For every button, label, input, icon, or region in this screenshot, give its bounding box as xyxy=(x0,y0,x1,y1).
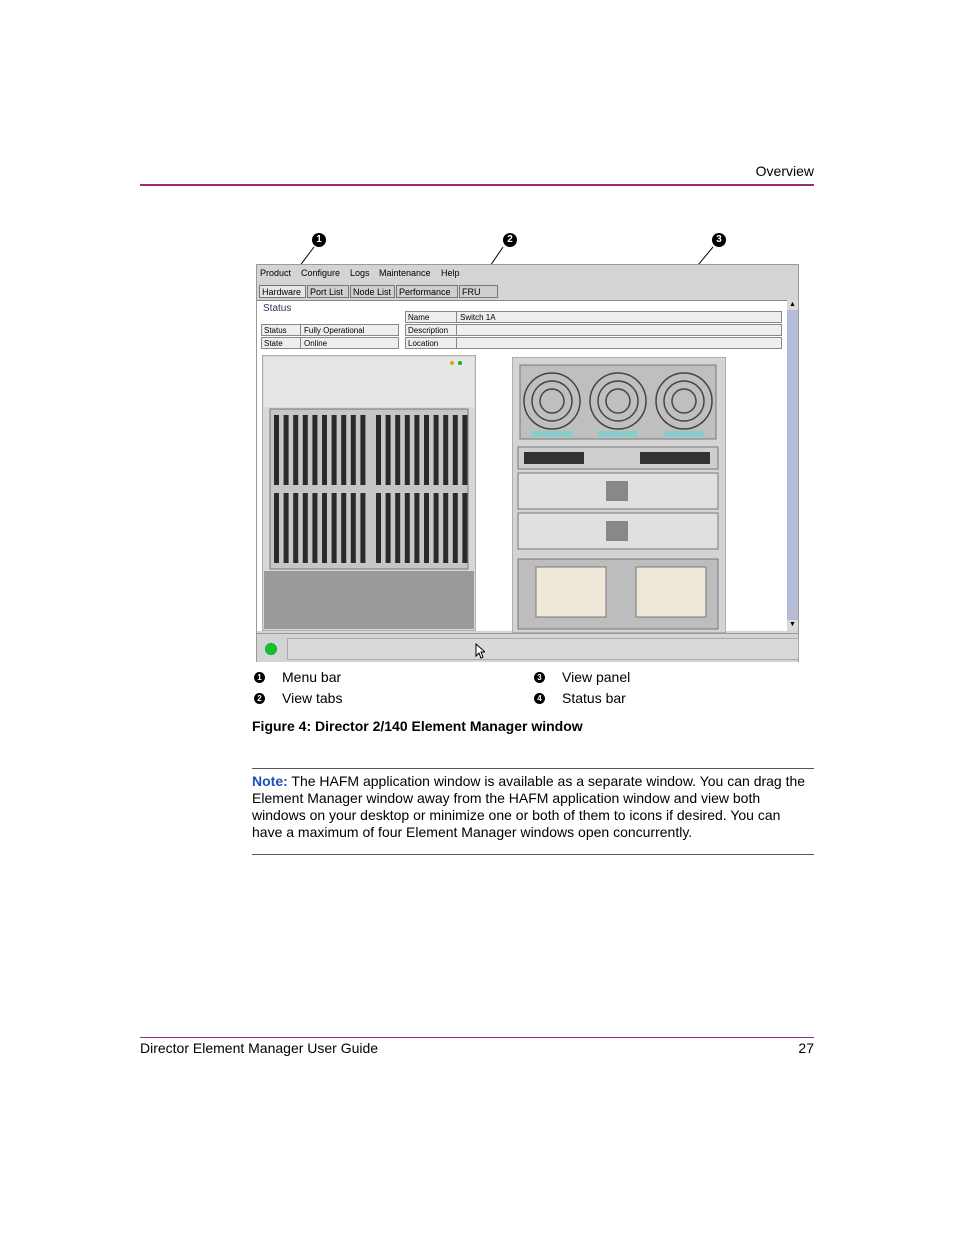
footer-rule xyxy=(140,1037,814,1038)
status-title: Status xyxy=(263,303,292,314)
director-rear-image xyxy=(512,357,726,633)
status-message-field xyxy=(287,638,799,660)
tab-node-list[interactable]: Node List xyxy=(350,285,395,298)
legend-label-1: Menu bar xyxy=(282,669,342,685)
note-top-rule xyxy=(252,768,814,769)
tab-hardware[interactable]: Hardware xyxy=(259,285,306,298)
state-field: State Online xyxy=(261,337,399,349)
view-panel: Status Status Fully Operational State On… xyxy=(257,300,787,633)
status-value: Fully Operational xyxy=(304,326,365,335)
menu-configure[interactable]: Configure xyxy=(301,268,340,278)
status-led-icon xyxy=(265,643,277,655)
scroll-down-icon[interactable]: ▼ xyxy=(787,620,798,630)
menu-maintenance[interactable]: Maintenance xyxy=(379,268,431,278)
vertical-scrollbar[interactable]: ▲ ▼ xyxy=(787,300,798,630)
description-field: Description xyxy=(405,324,782,336)
state-value: Online xyxy=(304,339,328,348)
menu-product[interactable]: Product xyxy=(260,268,291,278)
tab-port-list[interactable]: Port List xyxy=(307,285,349,298)
status-key: Status xyxy=(262,325,301,335)
name-value: Switch 1A xyxy=(460,313,496,322)
location-field: Location xyxy=(405,337,782,349)
view-tabs: Hardware Port List Node List Performance… xyxy=(257,285,798,310)
scroll-up-icon[interactable]: ▲ xyxy=(787,300,798,310)
figure-legend: 1 Menu bar 2 View tabs 3 View panel 4 St… xyxy=(252,669,814,709)
state-key: State xyxy=(262,338,301,348)
legend-label-3: View panel xyxy=(562,669,631,685)
status-bar xyxy=(257,633,799,662)
name-key: Name xyxy=(406,312,457,322)
menu-logs[interactable]: Logs xyxy=(350,268,370,278)
note-text: The HAFM application window is available… xyxy=(252,773,806,840)
legend-num-2: 2 xyxy=(254,693,265,704)
menu-bar: Product Configure Logs Maintenance Help xyxy=(257,265,798,283)
figure-caption: Figure 4: Director 2/140 Element Manager… xyxy=(252,718,583,734)
footer-title: Director Element Manager User Guide xyxy=(140,1040,379,1056)
legend-num-4: 4 xyxy=(534,693,545,704)
tab-fru-list[interactable]: FRU List xyxy=(459,285,498,310)
page-number: 27 xyxy=(798,1040,814,1056)
description-key: Description xyxy=(406,325,457,335)
location-value xyxy=(458,338,460,348)
note-block: Note: The HAFM application window is ava… xyxy=(252,773,814,841)
note-bottom-rule xyxy=(252,854,814,855)
legend-num-3: 3 xyxy=(534,672,545,683)
status-field: Status Fully Operational xyxy=(261,324,399,336)
element-manager-window: Product Configure Logs Maintenance Help … xyxy=(256,264,799,662)
legend-num-1: 1 xyxy=(254,672,265,683)
description-value xyxy=(458,325,460,335)
legend-label-2: View tabs xyxy=(282,690,343,706)
director-front-image xyxy=(262,355,476,631)
location-key: Location xyxy=(406,338,457,348)
note-label: Note: xyxy=(252,773,288,789)
tab-performance[interactable]: Performance xyxy=(396,285,458,298)
mouse-pointer-icon xyxy=(475,643,485,659)
menu-help[interactable]: Help xyxy=(441,268,460,278)
legend-label-4: Status bar xyxy=(562,690,626,706)
name-field: Name Switch 1A xyxy=(405,311,782,323)
